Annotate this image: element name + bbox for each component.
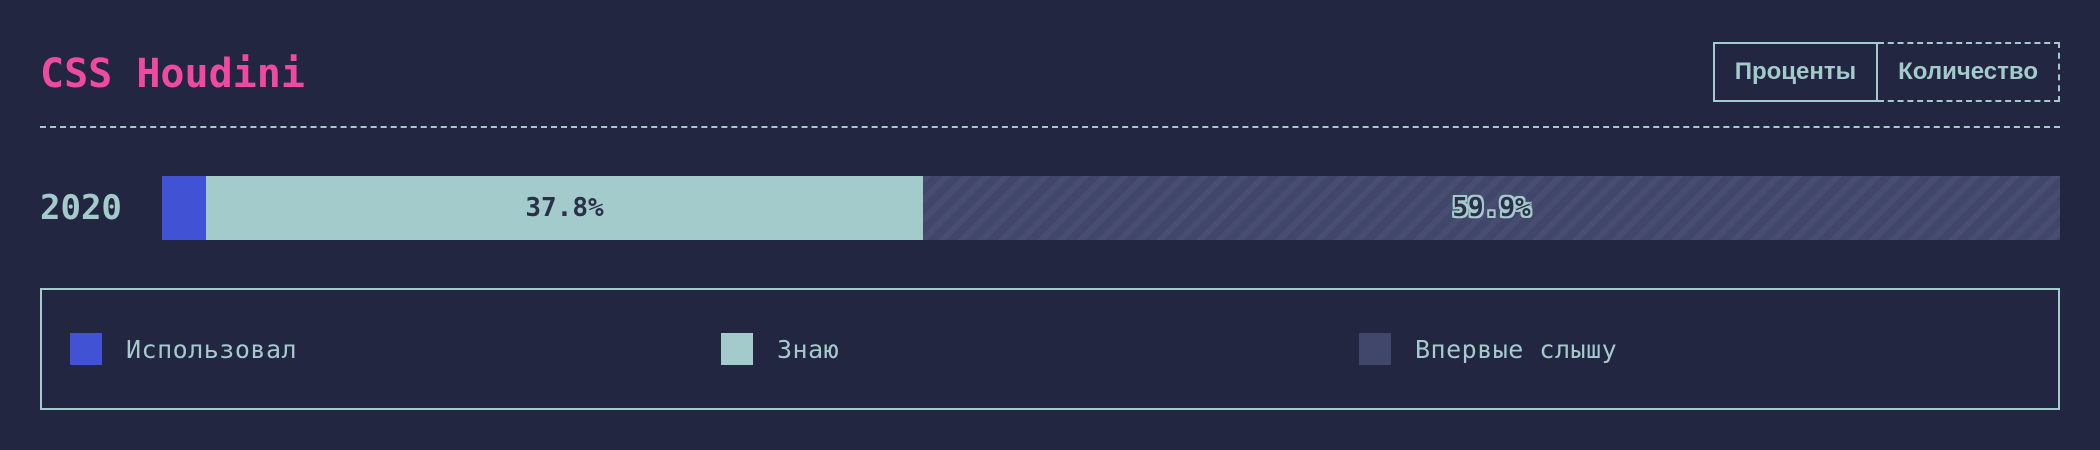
- bar-category-label: 2020: [40, 188, 122, 228]
- legend-item[interactable]: Знаю: [721, 332, 839, 366]
- percent-toggle-button[interactable]: Проценты: [1712, 42, 1879, 102]
- legend-label: Знаю: [777, 334, 840, 364]
- legend-item[interactable]: Использовал: [70, 332, 297, 366]
- legend-swatch: [1359, 333, 1391, 365]
- units-toggle: Проценты Количество: [1712, 42, 2060, 102]
- legend-swatch: [70, 333, 102, 365]
- chart-legend: Использовал Знаю Впервые слышу: [40, 288, 2060, 410]
- bar-segment-3: 59.9%: [923, 176, 2060, 240]
- legend-label: Впервые слышу: [1415, 334, 1618, 364]
- bar-data-label: 37.8%: [525, 193, 604, 223]
- bar-data-label: 59.9%: [1452, 193, 1531, 223]
- chart-title: CSS Houdini: [40, 51, 305, 97]
- legend-swatch: [721, 333, 753, 365]
- bar-segment-1: [162, 176, 206, 240]
- stacked-bar: 37.8% 59.9%: [162, 176, 2060, 240]
- count-toggle-button[interactable]: Количество: [1878, 42, 2060, 102]
- chart-header: CSS Houdini Проценты Количество: [40, 40, 2060, 128]
- legend-item[interactable]: Впервые слышу: [1359, 332, 1617, 366]
- bar-segment-2: 37.8%: [206, 176, 923, 240]
- legend-label: Использовал: [126, 334, 298, 364]
